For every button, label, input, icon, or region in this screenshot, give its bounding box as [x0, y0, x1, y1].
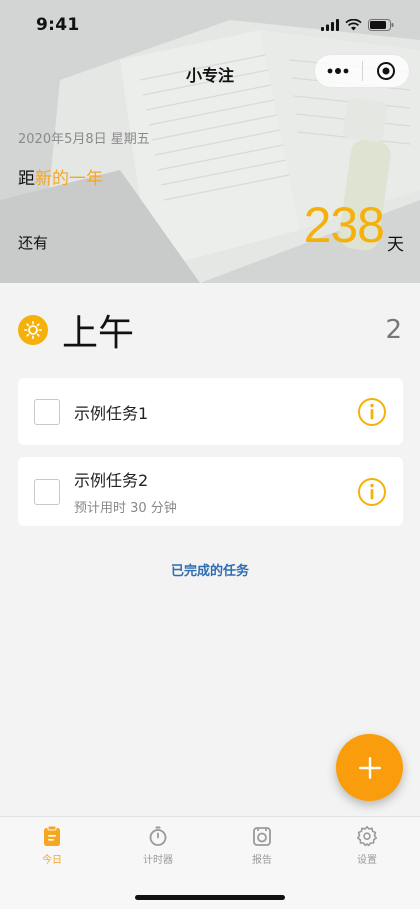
battery-icon — [368, 19, 394, 31]
countdown-target: 距新的一年 — [18, 169, 103, 189]
section-task-count: 2 — [385, 315, 402, 345]
task-item[interactable]: 示例任务2 预计用时 30 分钟 — [18, 457, 403, 526]
completed-tasks-link[interactable]: 已完成的任务 — [0, 560, 420, 579]
plus-icon — [358, 756, 381, 779]
tab-report[interactable]: 报告 — [222, 825, 302, 866]
add-task-button[interactable] — [336, 734, 403, 801]
target-circle-icon — [376, 62, 395, 80]
tab-settings[interactable]: 设置 — [327, 825, 407, 866]
remaining-label: 还有 — [18, 234, 49, 252]
info-icon[interactable] — [357, 397, 387, 427]
info-icon[interactable] — [357, 477, 387, 507]
task-item[interactable]: 示例任务1 — [18, 378, 403, 445]
more-button[interactable] — [315, 54, 362, 88]
task-estimate: 预计用时 30 分钟 — [74, 501, 177, 516]
days-remaining-count: 238 — [303, 197, 385, 253]
tab-today[interactable]: 今日 — [12, 825, 92, 866]
countdown-event-name: 新的一年 — [35, 169, 103, 189]
task-name: 示例任务2 — [74, 471, 149, 490]
report-icon — [253, 827, 271, 846]
tab-timer[interactable]: 计时器 — [118, 825, 198, 866]
status-time: 9:41 — [36, 15, 80, 35]
hero-banner: 9:41 小专注 2020年5月8日 星期五 距新的一年 还有 238 天 — [0, 0, 420, 283]
stopwatch-icon — [149, 826, 167, 846]
section-title: 上午 — [62, 313, 135, 354]
wifi-icon — [345, 19, 362, 31]
close-miniprogram-button[interactable] — [362, 54, 409, 88]
home-indicator — [135, 895, 285, 900]
status-bar: 9:41 — [0, 0, 420, 50]
task-name: 示例任务1 — [74, 403, 149, 423]
days-unit: 天 — [387, 235, 404, 255]
task-checkbox[interactable] — [34, 398, 60, 425]
signal-icon — [321, 19, 339, 31]
more-dots-icon — [327, 68, 349, 74]
gear-icon — [357, 826, 377, 847]
miniprogram-capsule — [314, 54, 410, 88]
clipboard-icon — [44, 825, 60, 846]
sun-icon — [18, 315, 48, 345]
task-checkbox[interactable] — [34, 478, 60, 505]
section-morning-header: 上午 2 — [18, 306, 404, 354]
current-date: 2020年5月8日 星期五 — [18, 132, 150, 147]
